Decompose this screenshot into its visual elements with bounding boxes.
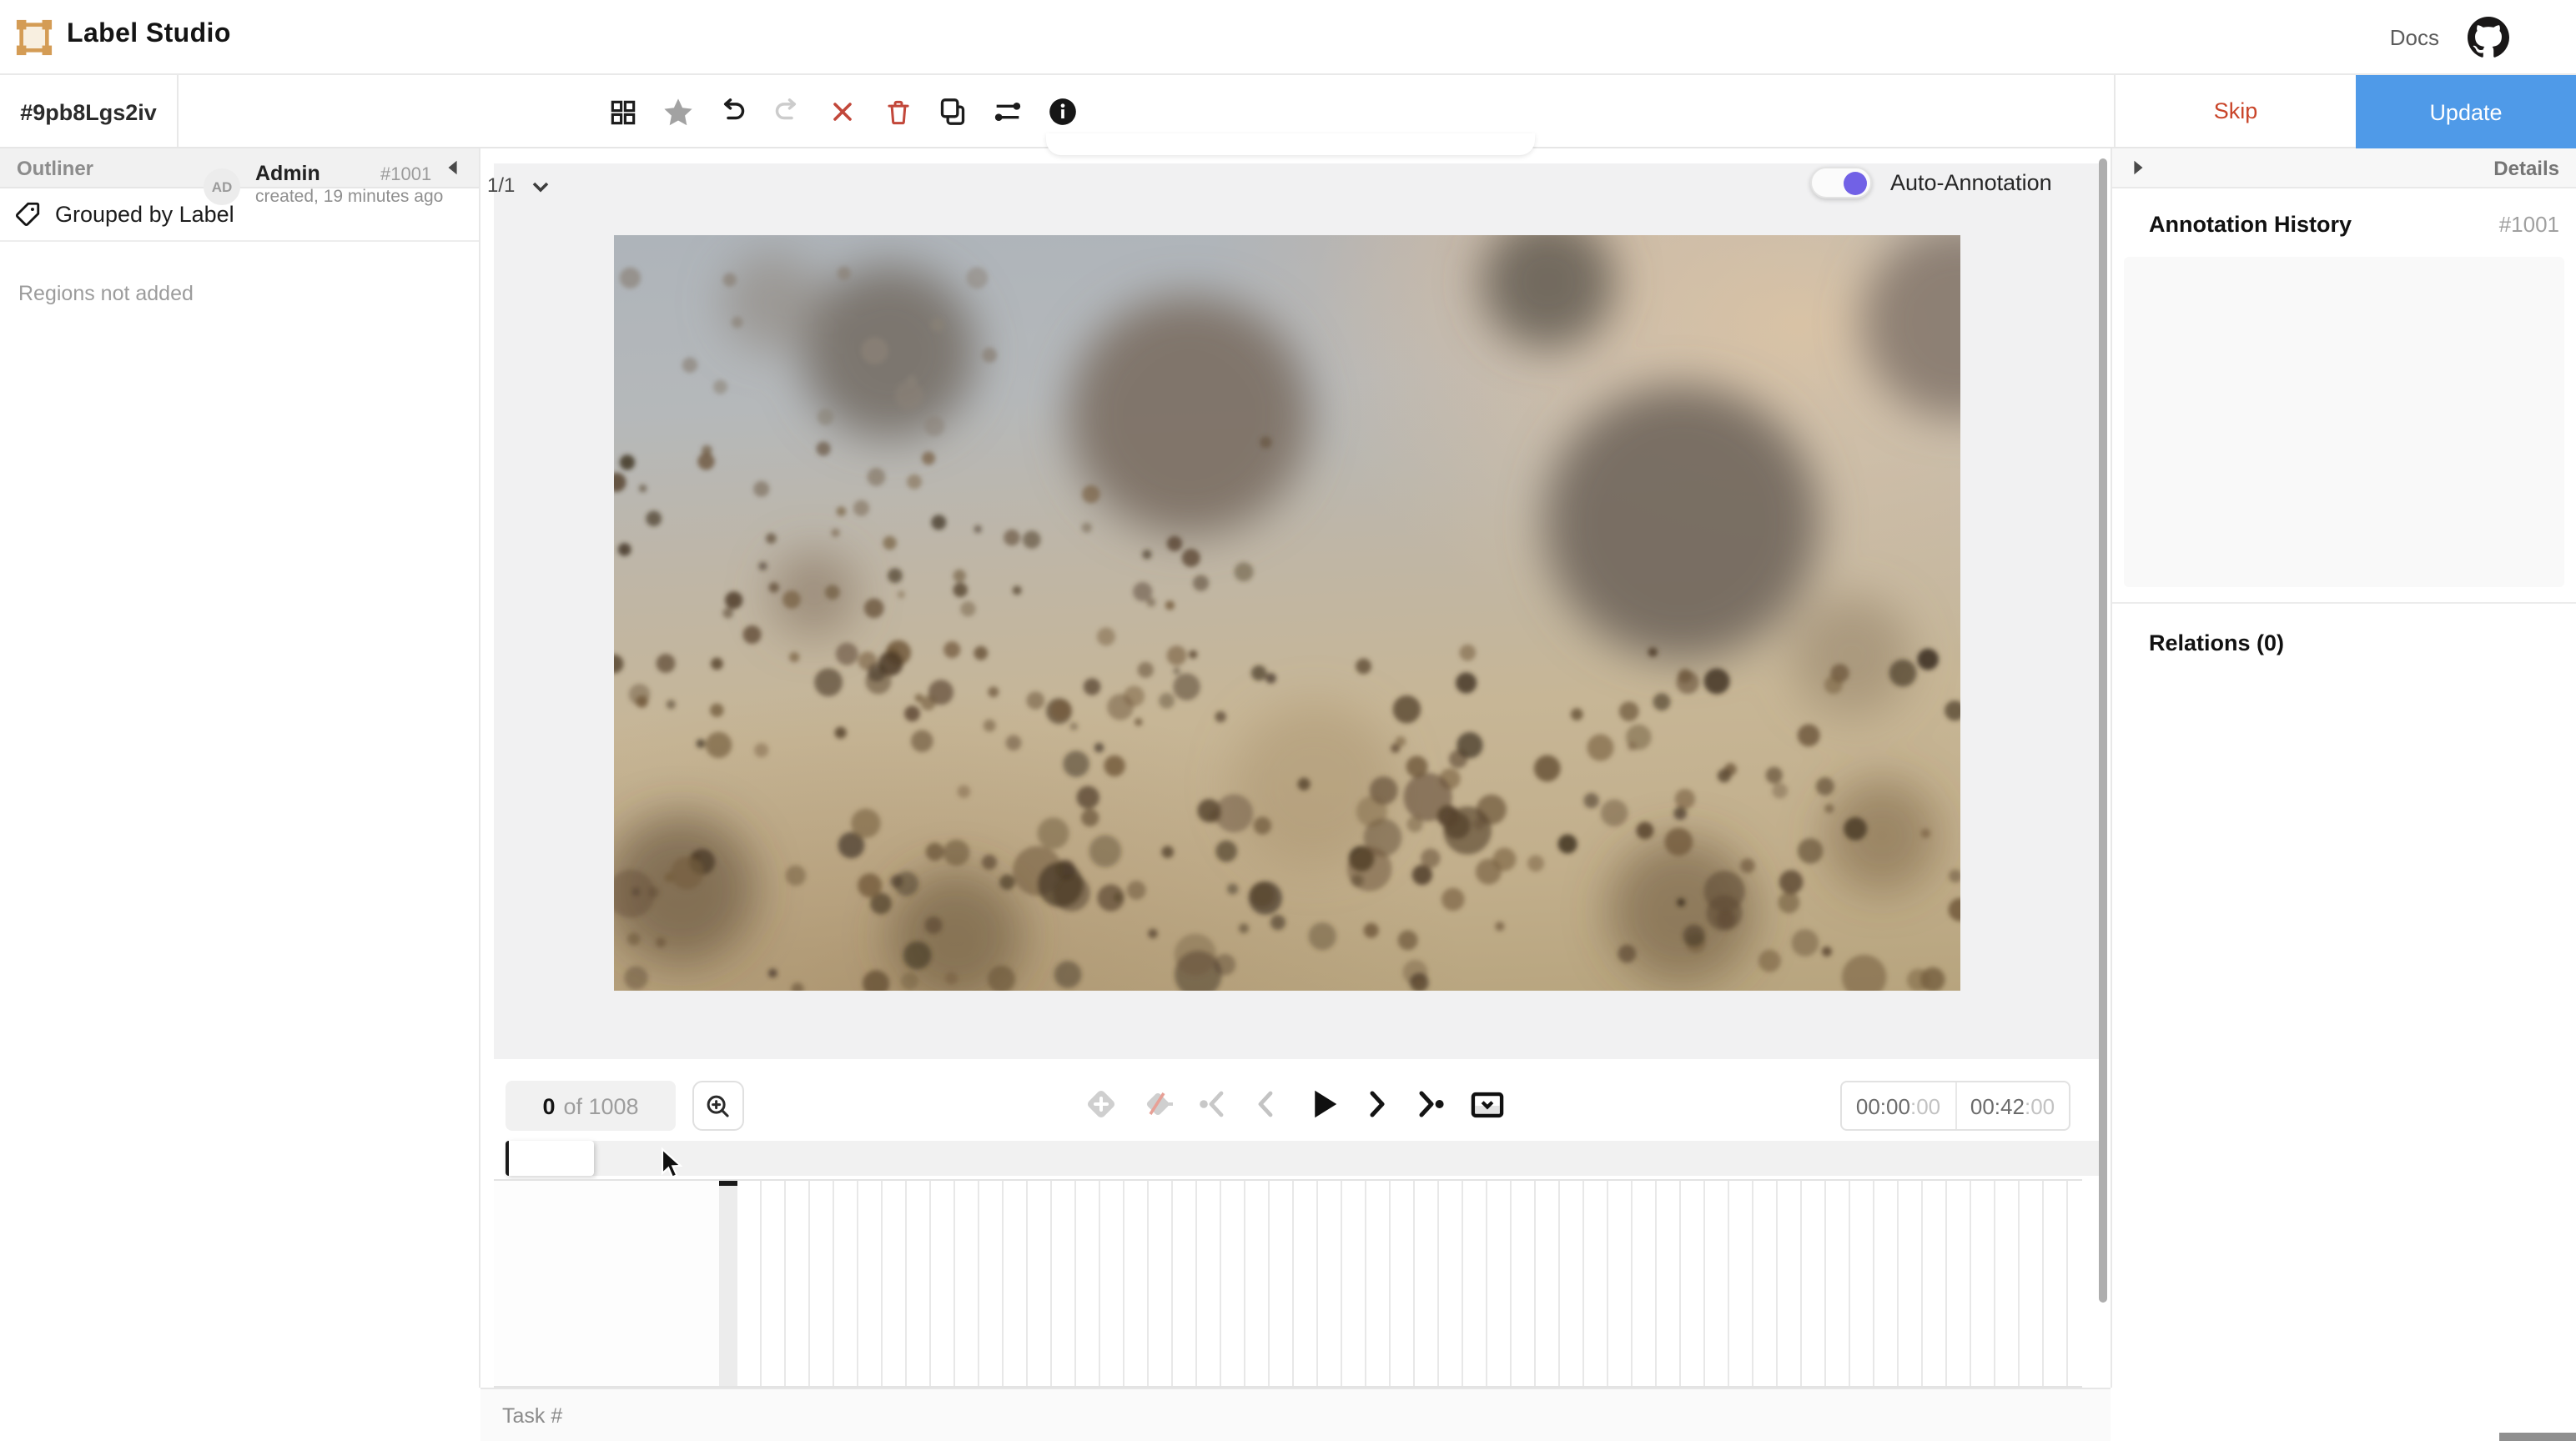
floating-toolbar-cut	[1046, 133, 1535, 155]
label-studio-app: Label Studio Docs #9pb8Lgs2iv AD Admin #…	[0, 0, 2576, 1441]
annotation-history-id: #1001	[2499, 212, 2559, 237]
zoom-in-icon	[702, 1090, 734, 1122]
undo-icon	[716, 95, 749, 128]
details-header: Details	[2112, 148, 2576, 188]
video-frame[interactable]	[614, 235, 1960, 991]
next-keypoint-button[interactable]	[1410, 1084, 1450, 1124]
app-header: Label Studio Docs	[0, 0, 2576, 75]
annotation-id: #1001	[380, 165, 431, 185]
annotator-name: Admin	[255, 162, 320, 185]
next-frame-button[interactable]	[1356, 1084, 1396, 1124]
total-time-main: 00:42	[1970, 1093, 2025, 1118]
video-noise	[614, 235, 1960, 991]
delete-annotation-button[interactable]	[878, 92, 918, 132]
annotation-history-header: Annotation History #1001	[2112, 188, 2576, 250]
tag-icon	[13, 200, 42, 228]
frame-counter[interactable]: 0 of 1008	[506, 1081, 676, 1131]
total-time: 00:42:00	[1956, 1082, 2069, 1129]
settings-sliders-icon	[991, 95, 1024, 128]
annotation-history-list	[2124, 257, 2564, 587]
ground-truth-button[interactable]	[657, 92, 697, 132]
docs-link[interactable]: Docs	[2390, 25, 2439, 50]
timeline[interactable]	[494, 1179, 2082, 1388]
grouping-label: Grouped by Label	[55, 202, 234, 227]
auto-annotation-toggle[interactable]	[1810, 167, 1872, 198]
total-time-frames: :00	[2025, 1093, 2055, 1118]
regions-empty-message: Regions not added	[18, 282, 479, 305]
vertical-scrollbar[interactable]	[2099, 158, 2107, 1303]
keyframe-remove-button[interactable]	[1138, 1084, 1178, 1124]
annotation-tools	[602, 92, 1083, 132]
next-frame-icon	[1356, 1084, 1396, 1124]
timeline-view-toggle-button[interactable]	[1467, 1084, 1507, 1124]
relations-title: Relations (0)	[2112, 604, 2576, 655]
horizontal-scrollbar[interactable]	[2499, 1433, 2576, 1441]
trash-icon	[882, 96, 913, 128]
label-studio-logo[interactable]	[15, 18, 53, 57]
current-time[interactable]: 00:00:00	[1842, 1082, 1956, 1129]
auto-annotation-label: Auto-Annotation	[1890, 170, 2052, 195]
outliner-panel: Outliner Grouped by Label Regions not ad…	[0, 148, 480, 1388]
zoom-in-button[interactable]	[692, 1081, 744, 1131]
close-icon	[828, 97, 858, 127]
duplicate-icon	[936, 95, 969, 128]
redo-icon	[771, 95, 804, 128]
app-title: Label Studio	[67, 20, 231, 50]
timeline-view-toggle-icon	[1466, 1083, 1507, 1125]
current-frame-value[interactable]: 0	[542, 1093, 555, 1118]
keypoint-remove-icon	[1138, 1084, 1178, 1124]
info-button[interactable]	[1043, 92, 1083, 132]
prev-frame-icon	[1246, 1084, 1286, 1124]
avatar[interactable]: AD	[204, 168, 240, 205]
collapse-left-icon[interactable]	[444, 158, 462, 177]
undo-button[interactable]	[712, 92, 752, 132]
play-button[interactable]	[1303, 1084, 1343, 1124]
update-button[interactable]: Update	[2356, 75, 2576, 148]
toggle-knob	[1844, 171, 1867, 194]
duplicate-annotation-button[interactable]	[933, 92, 973, 132]
timeline-grid[interactable]	[737, 1181, 2082, 1386]
next-keypoint-icon	[1410, 1084, 1450, 1124]
annotation-history-title: Annotation History	[2149, 212, 2352, 237]
grid-icon	[606, 96, 638, 128]
timeline-playhead[interactable]	[719, 1181, 737, 1386]
time-display: 00:00:00 00:42:00	[1840, 1081, 2070, 1131]
keyframe-add-button[interactable]	[1081, 1084, 1121, 1124]
chevron-down-icon[interactable]	[531, 177, 551, 197]
view-all-button[interactable]	[602, 92, 642, 132]
collapse-right-icon[interactable]	[2129, 158, 2147, 177]
settings-sliders-button[interactable]	[988, 92, 1028, 132]
play-icon	[1301, 1082, 1345, 1126]
skip-button[interactable]: Skip	[2116, 75, 2356, 147]
outliner-title: Outliner	[17, 156, 93, 179]
current-time-main: 00:00	[1856, 1093, 1910, 1118]
reset-annotation-button[interactable]	[823, 92, 863, 132]
task-label: Task #	[502, 1403, 562, 1427]
details-panel: Details Annotation History #1001 Relatio…	[2111, 148, 2576, 1388]
prev-frame-button[interactable]	[1246, 1084, 1286, 1124]
task-strip: Task #	[480, 1388, 2111, 1441]
annotation-created: created, 19 minutes ago	[255, 187, 443, 207]
timeline-minimap[interactable]	[506, 1141, 2102, 1176]
timeline-track-labels	[494, 1181, 719, 1386]
star-icon	[660, 94, 695, 129]
info-icon	[1046, 95, 1079, 128]
keypoint-add-icon	[1081, 1084, 1121, 1124]
prev-keypoint-button[interactable]	[1193, 1084, 1233, 1124]
annotation-pagination[interactable]: 1/1	[487, 173, 515, 197]
total-frames-label: of 1008	[563, 1093, 638, 1118]
current-time-frames: :00	[1910, 1093, 1940, 1118]
redo-button[interactable]	[767, 92, 808, 132]
details-title: Details	[2493, 156, 2559, 179]
minimap-viewport-handle[interactable]	[506, 1141, 594, 1176]
task-id[interactable]: #9pb8Lgs2iv	[0, 75, 177, 148]
github-icon[interactable]	[2468, 17, 2509, 58]
divider	[177, 75, 179, 147]
prev-keypoint-icon	[1193, 1084, 1233, 1124]
